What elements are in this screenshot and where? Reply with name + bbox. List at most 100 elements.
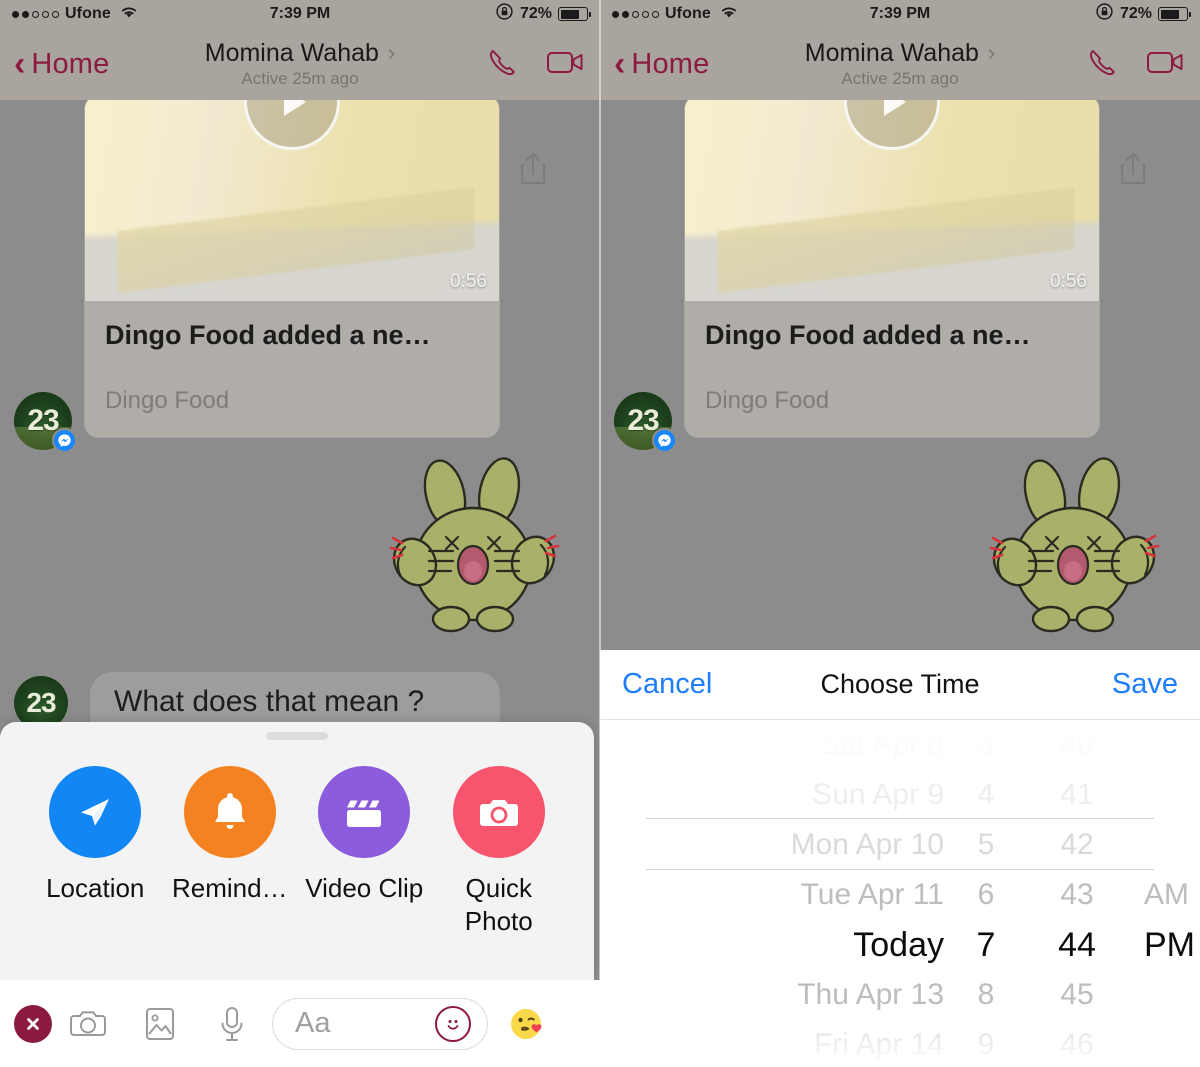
picker-cell[interactable]: 3 [944, 720, 1028, 770]
action-sheet-items: Location Remind… Video Clip Quick Photo [0, 722, 594, 939]
quick-emoji-button[interactable] [504, 1003, 552, 1045]
action-item-label: Remind… [171, 873, 288, 903]
messenger-badge-icon [52, 428, 77, 453]
messenger-badge-icon [652, 428, 677, 453]
picker-cell[interactable]: AM [1126, 870, 1200, 920]
picker-cell[interactable]: 43 [1028, 870, 1126, 920]
back-button[interactable]: ‹ Home [14, 47, 110, 81]
signal-strength-dots [612, 10, 659, 18]
video-camera-icon[interactable] [1146, 47, 1186, 82]
status-bar-carrier-group: Ufone [612, 4, 739, 24]
picker-cell[interactable]: 46 [1028, 1020, 1126, 1067]
picker-cell[interactable]: 45 [1028, 970, 1126, 1020]
picker-cell-selected[interactable]: Today [664, 920, 944, 970]
picker-cell[interactable]: Thu Apr 13 [664, 970, 944, 1020]
picker-cell[interactable]: Sun Apr 9 [664, 770, 944, 820]
action-item-label: Quick Photo [464, 873, 533, 937]
status-bar-right-group: 72% [495, 2, 591, 26]
picker-column-minute[interactable]: 40 41 42 43 44 45 46 47 48 [1028, 720, 1126, 1067]
chevron-left-icon: ‹ [614, 45, 626, 83]
video-camera-icon[interactable] [546, 47, 586, 82]
picker-cell[interactable] [1126, 770, 1200, 820]
wifi-icon [119, 4, 139, 24]
phone-icon[interactable] [484, 44, 520, 85]
video-thumbnail[interactable]: 0:56 [85, 96, 499, 301]
video-duration: 0:56 [1050, 271, 1087, 292]
time-picker-columns: Sat Apr 8 Sun Apr 9 Mon Apr 10 Tue Apr 1… [600, 720, 1200, 1067]
picker-cell[interactable] [1126, 720, 1200, 770]
picker-cell[interactable]: Fri Apr 14 [664, 1020, 944, 1067]
picker-cell[interactable]: 42 [1028, 820, 1126, 870]
share-icon[interactable] [1118, 150, 1148, 193]
picker-cell[interactable]: 9 [944, 1020, 1028, 1067]
attachment-action-sheet: Location Remind… Video Clip Quick Photo [0, 722, 594, 980]
drag-handle[interactable] [266, 732, 328, 740]
picker-cell[interactable]: 40 [1028, 720, 1126, 770]
battery-icon [1158, 7, 1191, 21]
picker-left-spacer [600, 720, 664, 1067]
angry-shouting-rabbit-sticker [983, 452, 1168, 652]
camera-icon[interactable] [52, 1006, 124, 1042]
status-bar-right-group: 72% [1095, 2, 1191, 26]
carrier-label: Ufone [665, 5, 711, 22]
video-card-body: Dingo Food added a ne… Dingo Food [685, 301, 1099, 437]
camera-icon [452, 766, 545, 858]
conversation-title-group[interactable]: Momina Wahab › Active 25m ago [805, 39, 995, 88]
status-bar-right: Ufone 7:39 PM 72% [600, 0, 1200, 28]
nav-actions-group [484, 44, 586, 85]
picker-cell[interactable] [1126, 1020, 1200, 1067]
action-item-video-clip[interactable]: Video Clip [297, 766, 432, 939]
battery-percent-label: 72% [1119, 5, 1152, 22]
video-card-title: Dingo Food added a ne… [705, 320, 1031, 350]
time-picker-title: Choose Time [820, 669, 980, 699]
action-item-quick-photo[interactable]: Quick Photo [432, 766, 567, 939]
picker-cell[interactable]: Sat Apr 8 [664, 720, 944, 770]
picker-cell-selected[interactable]: PM [1126, 920, 1200, 970]
picker-column-meridiem[interactable]: AM PM [1126, 720, 1200, 1067]
picker-cell[interactable]: 8 [944, 970, 1028, 1020]
video-card-body: Dingo Food added a ne… Dingo Food [85, 301, 499, 437]
wifi-icon [719, 4, 739, 24]
picker-cell[interactable]: 41 [1028, 770, 1126, 820]
rotation-lock-icon [1095, 2, 1114, 26]
video-attachment-card[interactable]: 0:56 Dingo Food added a ne… Dingo Food [84, 95, 500, 439]
action-item-label: Video Clip [305, 873, 424, 903]
nav-bar-right: ‹ Home Momina Wahab › Active 25m ago [600, 28, 1200, 100]
contact-name: Momina Wahab [204, 39, 379, 68]
picker-cell[interactable]: 4 [944, 770, 1028, 820]
back-button-label: Home [631, 47, 710, 80]
close-x-icon[interactable] [14, 1004, 52, 1043]
video-attachment-card[interactable]: 0:56 Dingo Food added a ne… Dingo Food [684, 95, 1100, 439]
battery-percent-label: 72% [519, 5, 552, 22]
share-icon[interactable] [518, 150, 548, 193]
picker-cell[interactable] [1126, 820, 1200, 870]
video-thumbnail[interactable]: 0:56 [685, 96, 1099, 301]
picker-cell[interactable]: Mon Apr 10 [664, 820, 944, 870]
picker-column-hour[interactable]: 3 4 5 6 7 8 9 10 11 [944, 720, 1028, 1067]
signal-strength-dots [12, 10, 59, 18]
left-phone-panel: Ufone 7:39 PM 72% ‹ Home Momina Wahab › … [0, 0, 600, 1067]
picker-cell[interactable]: 5 [944, 820, 1028, 870]
battery-icon [558, 7, 591, 21]
picker-cell[interactable] [1126, 970, 1200, 1020]
picker-cell[interactable]: Tue Apr 11 [664, 870, 944, 920]
photo-gallery-icon[interactable] [124, 1005, 196, 1043]
back-button[interactable]: ‹ Home [614, 47, 710, 81]
back-button-label: Home [31, 47, 110, 80]
message-input-placeholder: Aa [295, 1007, 331, 1039]
message-text-input[interactable]: Aa [272, 997, 488, 1050]
picker-cell[interactable]: 6 [944, 870, 1028, 920]
microphone-icon[interactable] [196, 1004, 268, 1044]
picker-cell-selected[interactable]: 7 [944, 920, 1028, 970]
action-item-location[interactable]: Location [28, 766, 163, 939]
picker-column-date[interactable]: Sat Apr 8 Sun Apr 9 Mon Apr 10 Tue Apr 1… [664, 720, 944, 1067]
clapperboard-icon [318, 766, 411, 858]
bell-icon [183, 766, 276, 858]
picker-cell-selected[interactable]: 44 [1028, 920, 1126, 970]
smiley-icon[interactable] [435, 1005, 471, 1042]
action-item-reminder[interactable]: Remind… [163, 766, 298, 939]
paper-plane-icon [49, 766, 142, 858]
screenshot-stage: Ufone 7:39 PM 72% ‹ Home Momina Wahab › … [0, 0, 1200, 1067]
phone-icon[interactable] [1084, 44, 1120, 85]
conversation-title-group[interactable]: Momina Wahab › Active 25m ago [205, 39, 395, 88]
